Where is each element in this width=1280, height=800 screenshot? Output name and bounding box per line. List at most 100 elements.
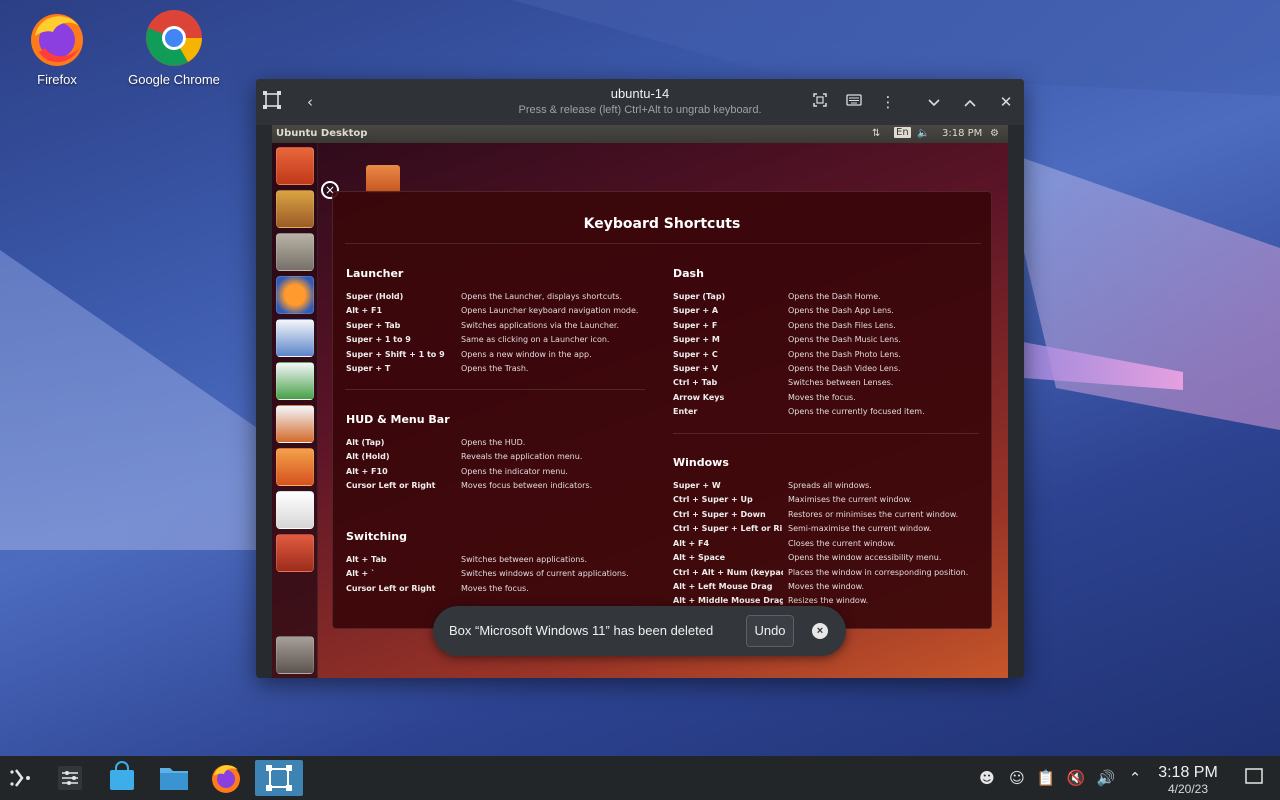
shortcut-desc: Opens the Dash App Lens. — [788, 306, 894, 315]
panel-clock[interactable]: 3:18 PM — [942, 128, 982, 139]
shortcut-desc: Opens the currently focused item. — [788, 407, 925, 416]
shortcut-desc: Opens the indicator menu. — [461, 467, 568, 476]
shortcut-key: Alt + F10 — [346, 467, 388, 476]
shortcut-key: Alt + Middle Mouse Drag — [673, 596, 783, 605]
clipboard-icon[interactable]: 📋 — [1036, 768, 1056, 788]
shortcut-key: Super + M — [673, 335, 720, 344]
vm-window: ‹ ubuntu-14 Press & release (left) Ctrl+… — [256, 79, 1024, 678]
shortcut-key: Super + 1 to 9 — [346, 335, 411, 344]
system-settings-taskbar-icon[interactable] — [50, 760, 90, 796]
shortcut-key: Alt + F1 — [346, 306, 383, 315]
clock-date: 4/20/23 — [1167, 782, 1209, 796]
shortcut-key: Super + Shift + 1 to 9 — [346, 350, 445, 359]
shortcut-desc: Switches applications via the Launcher. — [461, 321, 619, 330]
shortcut-key: Ctrl + Alt + Num (keypad) — [673, 568, 783, 577]
firefox-taskbar-icon[interactable] — [206, 760, 246, 796]
section-title-switching: Switching — [346, 530, 407, 543]
trash-icon[interactable] — [276, 636, 314, 674]
window-title: ubuntu-14 — [610, 86, 670, 101]
ubuntu-top-panel: Ubuntu Desktop ⇅ En 🔈 3:18 PM ⚙ — [272, 125, 1008, 143]
shortcut-desc: Semi-maximise the current window. — [788, 524, 932, 533]
desktop-icon-firefox[interactable]: Firefox — [2, 8, 112, 87]
shortcut-key: Super + Tab — [346, 321, 401, 330]
software-center-icon[interactable] — [276, 448, 314, 486]
system-settings-icon[interactable] — [276, 534, 314, 572]
shortcut-desc: Opens the Trash. — [461, 364, 529, 373]
minimize-icon[interactable] — [922, 90, 946, 114]
section-title-launcher: Launcher — [346, 267, 404, 280]
discover-store-icon[interactable] — [102, 760, 142, 796]
shortcut-key: Arrow Keys — [673, 393, 725, 402]
volume-icon[interactable]: 🔊 — [1096, 768, 1116, 788]
user-switch-icon[interactable]: ☺ — [1007, 768, 1027, 788]
shortcut-key: Enter — [673, 407, 698, 416]
virtualbox-taskbar-icon[interactable] — [255, 760, 303, 796]
shortcut-key: Alt (Tap) — [346, 438, 385, 447]
shortcut-desc: Opens the Dash Home. — [788, 292, 881, 301]
calc-icon[interactable] — [276, 362, 314, 400]
chevron-up-icon[interactable]: ⌃ — [1125, 768, 1145, 788]
vm-display[interactable]: Ubuntu Desktop ⇅ En 🔈 3:18 PM ⚙ × Keyboa… — [272, 125, 1008, 678]
shortcut-key: Alt + Tab — [346, 555, 387, 564]
keyboard-layout[interactable]: En — [894, 127, 911, 138]
user-icon[interactable]: ☻ — [977, 768, 997, 788]
shortcut-desc: Moves the focus. — [461, 584, 529, 593]
shortcut-key: Super + T — [346, 364, 391, 373]
window-titlebar[interactable]: ‹ ubuntu-14 Press & release (left) Ctrl+… — [256, 79, 1024, 125]
mic-muted-icon[interactable]: 🔇 — [1066, 768, 1086, 788]
shortcut-desc: Switches between applications. — [461, 555, 588, 564]
ubuntu-dash-icon[interactable] — [276, 147, 314, 185]
shortcut-key: Cursor Left or Right — [346, 584, 436, 593]
desktop-icon-chrome[interactable]: Google Chrome — [119, 8, 229, 87]
shortcut-key: Ctrl + Tab — [673, 378, 718, 387]
clock-time: 3:18 PM — [1158, 764, 1218, 781]
more-menu-icon[interactable]: ⋮ — [876, 90, 900, 114]
shortcut-key: Super + A — [673, 306, 719, 315]
close-icon[interactable]: ✕ — [994, 90, 1018, 114]
shortcut-desc: Reveals the application menu. — [461, 452, 583, 461]
shortcut-key: Ctrl + Super + Up — [673, 495, 753, 504]
fullscreen-icon[interactable] — [808, 90, 832, 114]
writer-icon[interactable] — [276, 319, 314, 357]
shortcut-desc: Opens the Dash Photo Lens. — [788, 350, 901, 359]
shortcut-key: Super + F — [673, 321, 718, 330]
overlay-title: Keyboard Shortcuts — [583, 216, 741, 232]
firefox-launcher-icon[interactable] — [276, 276, 314, 314]
shortcut-key: Super + V — [673, 364, 719, 373]
folder-icon — [366, 165, 400, 193]
shortcut-desc: Moves focus between indicators. — [461, 481, 593, 490]
panel-title: Ubuntu Desktop — [276, 128, 368, 139]
amazon-icon[interactable] — [276, 491, 314, 529]
shortcut-desc: Closes the current window. — [788, 539, 896, 548]
divider — [345, 243, 981, 244]
keyboard-icon[interactable] — [842, 90, 866, 114]
impress-icon[interactable] — [276, 405, 314, 443]
taskbar-clock[interactable]: 3:18 PM 4/20/23 — [1150, 764, 1226, 796]
photos-icon[interactable] — [276, 190, 314, 228]
taskbar: ☻ ☺ 📋 🔇 🔊 ⌃ — [0, 756, 1280, 800]
shortcut-key: Alt + F4 — [673, 539, 710, 548]
settings-gear-icon[interactable]: ⚙ — [990, 128, 999, 139]
keyboard-shortcuts-overlay: Keyboard Shortcuts Launcher Super (Hold)… — [332, 191, 992, 629]
show-desktop-icon[interactable] — [1244, 767, 1264, 787]
sound-icon[interactable]: 🔈 — [917, 128, 929, 139]
network-icon[interactable]: ⇅ — [872, 128, 880, 139]
maximize-icon[interactable] — [958, 90, 982, 114]
shortcut-key: Alt + Space — [673, 553, 726, 562]
files-icon[interactable] — [276, 233, 314, 271]
ubuntu-launcher — [272, 143, 318, 678]
chrome-icon — [144, 8, 204, 68]
toast-message: Box “Microsoft Windows 11” has been dele… — [449, 623, 714, 638]
file-manager-icon[interactable] — [154, 760, 194, 796]
shortcut-desc: Opens the Dash Video Lens. — [788, 364, 901, 373]
firefox-icon — [27, 8, 87, 68]
desktop-icon-label: Firefox — [37, 72, 77, 87]
shortcut-desc: Places the window in corresponding posit… — [788, 568, 969, 577]
shortcut-desc: Same as clicking on a Launcher icon. — [461, 335, 610, 344]
app-launcher-icon[interactable] — [2, 760, 42, 796]
section-title-windows: Windows — [673, 456, 729, 469]
undo-button[interactable]: Undo — [746, 615, 794, 647]
divider — [673, 433, 979, 434]
divider — [345, 389, 645, 390]
toast-close-icon[interactable]: × — [812, 623, 828, 639]
